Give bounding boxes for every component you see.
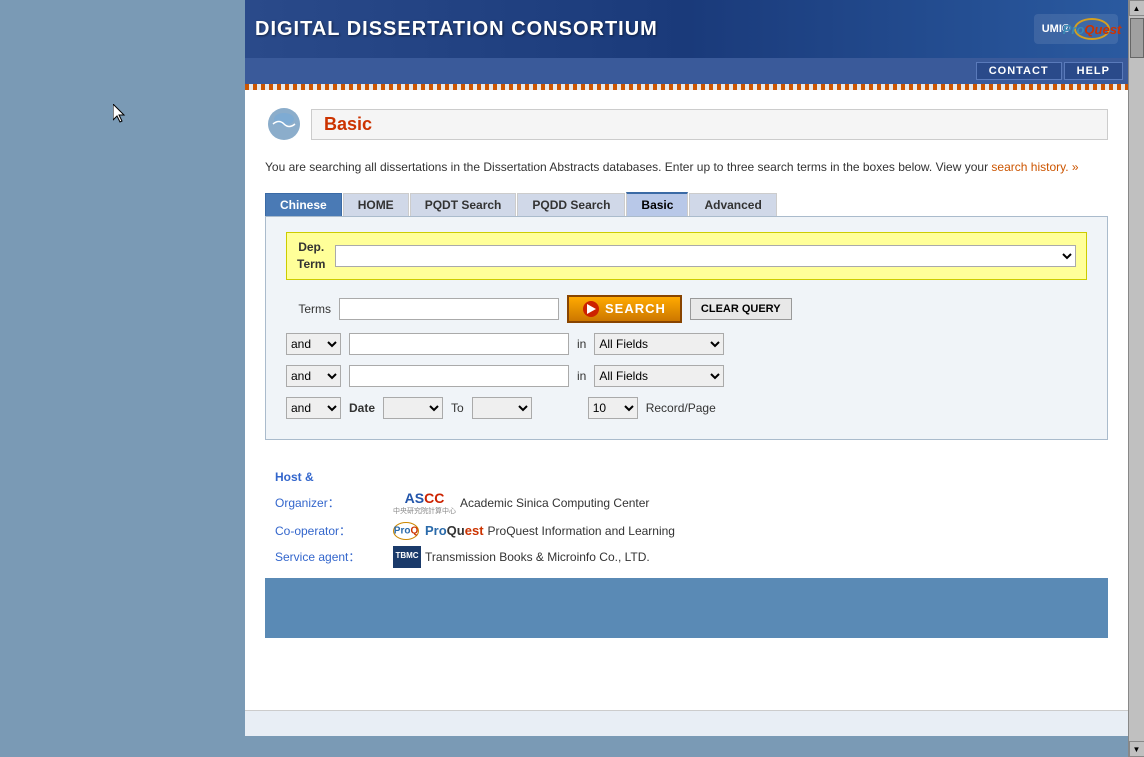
tab-pqdd[interactable]: PQDD Search (517, 193, 625, 216)
footer-info: Host & Organizer： ASCC 中央研究院計算中心 Academi… (265, 470, 1108, 568)
and-input-2[interactable] (349, 365, 569, 387)
date-from-select[interactable] (383, 397, 443, 419)
service-row: Service agent： TBMC Transmission Books &… (275, 546, 1098, 568)
tbmc-box: TBMC (393, 546, 421, 568)
content-area: Basic You are searching all dissertation… (245, 90, 1128, 710)
ascc-logo: ASCC 中央研究院計算中心 (393, 490, 456, 516)
header-logo: UMI® ProQuest (1034, 14, 1118, 44)
cooperator-label: Co-operator： (275, 522, 385, 539)
clear-query-button[interactable]: CLEAR QUERY (690, 298, 792, 320)
main-container: DIGITAL DISSERTATION CONSORTIUM UMI® Pro… (245, 0, 1128, 757)
bottom-bar (245, 710, 1128, 736)
ascc-sub: 中央研究院計算中心 (393, 506, 456, 516)
dep-term-label: Dep. Term (297, 239, 325, 273)
scrollbar[interactable]: ▲ ▼ (1128, 0, 1144, 757)
date-to-select[interactable] (472, 397, 532, 419)
blue-footer (265, 578, 1108, 638)
search-history-link[interactable]: search history. » (991, 160, 1078, 174)
field-select-2[interactable]: All Fields (594, 365, 724, 387)
terms-input[interactable] (339, 298, 559, 320)
play-icon (587, 304, 596, 314)
to-label: To (451, 401, 464, 415)
proquest-full-text: ProQuest Information and Learning (488, 524, 675, 538)
proquest-circle-text: ProQ (394, 525, 418, 536)
proquest-circle: ProQ (393, 522, 419, 540)
app-title: DIGITAL DISSERTATION CONSORTIUM (255, 18, 658, 41)
tbmc-logo-area: TBMC Transmission Books & Microinfo Co.,… (393, 546, 650, 568)
left-panel (0, 0, 245, 757)
organizer-row: Organizer： ASCC 中央研究院計算中心 Academic Sinic… (275, 490, 1098, 516)
and-select-3[interactable]: and (286, 397, 341, 419)
organizer-label: Organizer： (275, 494, 385, 511)
dep-term-select[interactable] (335, 245, 1076, 267)
and-row-2: and in All Fields (286, 365, 1087, 387)
tabs-row: Chinese HOME PQDT Search PQDD Search Bas… (265, 192, 1108, 216)
tbmc-full-text: Transmission Books & Microinfo Co., LTD. (425, 550, 650, 564)
in-label-2: in (577, 369, 586, 383)
search-label: SEARCH (605, 301, 666, 316)
host-label: Host & (275, 470, 314, 484)
proquest-logo-area: ProQ ProQuest ProQuest Information and L… (393, 522, 675, 540)
nav-bar: CONTACT HELP (245, 58, 1128, 84)
page-title-icon (265, 105, 303, 143)
record-per-page-select[interactable]: 10 (588, 397, 638, 419)
search-btn-icon (583, 301, 599, 317)
ascc-logo-area: ASCC 中央研究院計算中心 Academic Sinica Computing… (393, 490, 649, 516)
description-part1: You are searching all dissertations in t… (265, 160, 988, 174)
and-row-1: and in All Fields (286, 333, 1087, 355)
help-button[interactable]: HELP (1064, 62, 1123, 80)
description-text: You are searching all dissertations in t… (265, 158, 1108, 177)
cooperator-row: Co-operator： ProQ ProQuest ProQuest Info… (275, 522, 1098, 540)
dep-term-row: Dep. Term (286, 232, 1087, 280)
tab-pqdt[interactable]: PQDT Search (410, 193, 517, 216)
and-select-2[interactable]: and (286, 365, 341, 387)
proquest-logo-text: ProQuest (1063, 22, 1122, 37)
scroll-up-arrow[interactable]: ▲ (1129, 0, 1144, 16)
page-title-bar: Basic (311, 109, 1108, 140)
ascc-full-text: Academic Sinica Computing Center (460, 496, 649, 510)
page-title: Basic (324, 114, 372, 134)
proqust-text: ProQuest (425, 523, 484, 538)
host-row: Host & (275, 470, 1098, 484)
search-button[interactable]: SEARCH (567, 295, 682, 323)
search-form: Dep. Term Terms SEARCH CLEAR QUERY (265, 216, 1108, 440)
contact-button[interactable]: CONTACT (976, 62, 1062, 80)
field-select-1[interactable]: All Fields (594, 333, 724, 355)
tab-basic[interactable]: Basic (626, 192, 688, 216)
scroll-down-arrow[interactable]: ▼ (1129, 741, 1144, 757)
ascc-text: ASCC (405, 490, 445, 506)
header: DIGITAL DISSERTATION CONSORTIUM UMI® Pro… (245, 0, 1128, 58)
terms-row: Terms SEARCH CLEAR QUERY (286, 295, 1087, 323)
record-page-label: Record/Page (646, 401, 716, 415)
tab-advanced[interactable]: Advanced (689, 193, 776, 216)
tab-chinese[interactable]: Chinese (265, 193, 342, 216)
page-title-area: Basic (265, 105, 1108, 143)
service-label: Service agent： (275, 548, 385, 565)
scroll-thumb[interactable] (1130, 18, 1144, 58)
tab-home[interactable]: HOME (343, 193, 409, 216)
date-row: and Date To 10 Record/Page (286, 397, 1087, 419)
and-select-1[interactable]: and (286, 333, 341, 355)
date-label: Date (349, 401, 375, 415)
terms-label: Terms (286, 302, 331, 316)
and-input-1[interactable] (349, 333, 569, 355)
proquest-oval: ProQuest (1074, 18, 1110, 40)
in-label-1: in (577, 337, 586, 351)
